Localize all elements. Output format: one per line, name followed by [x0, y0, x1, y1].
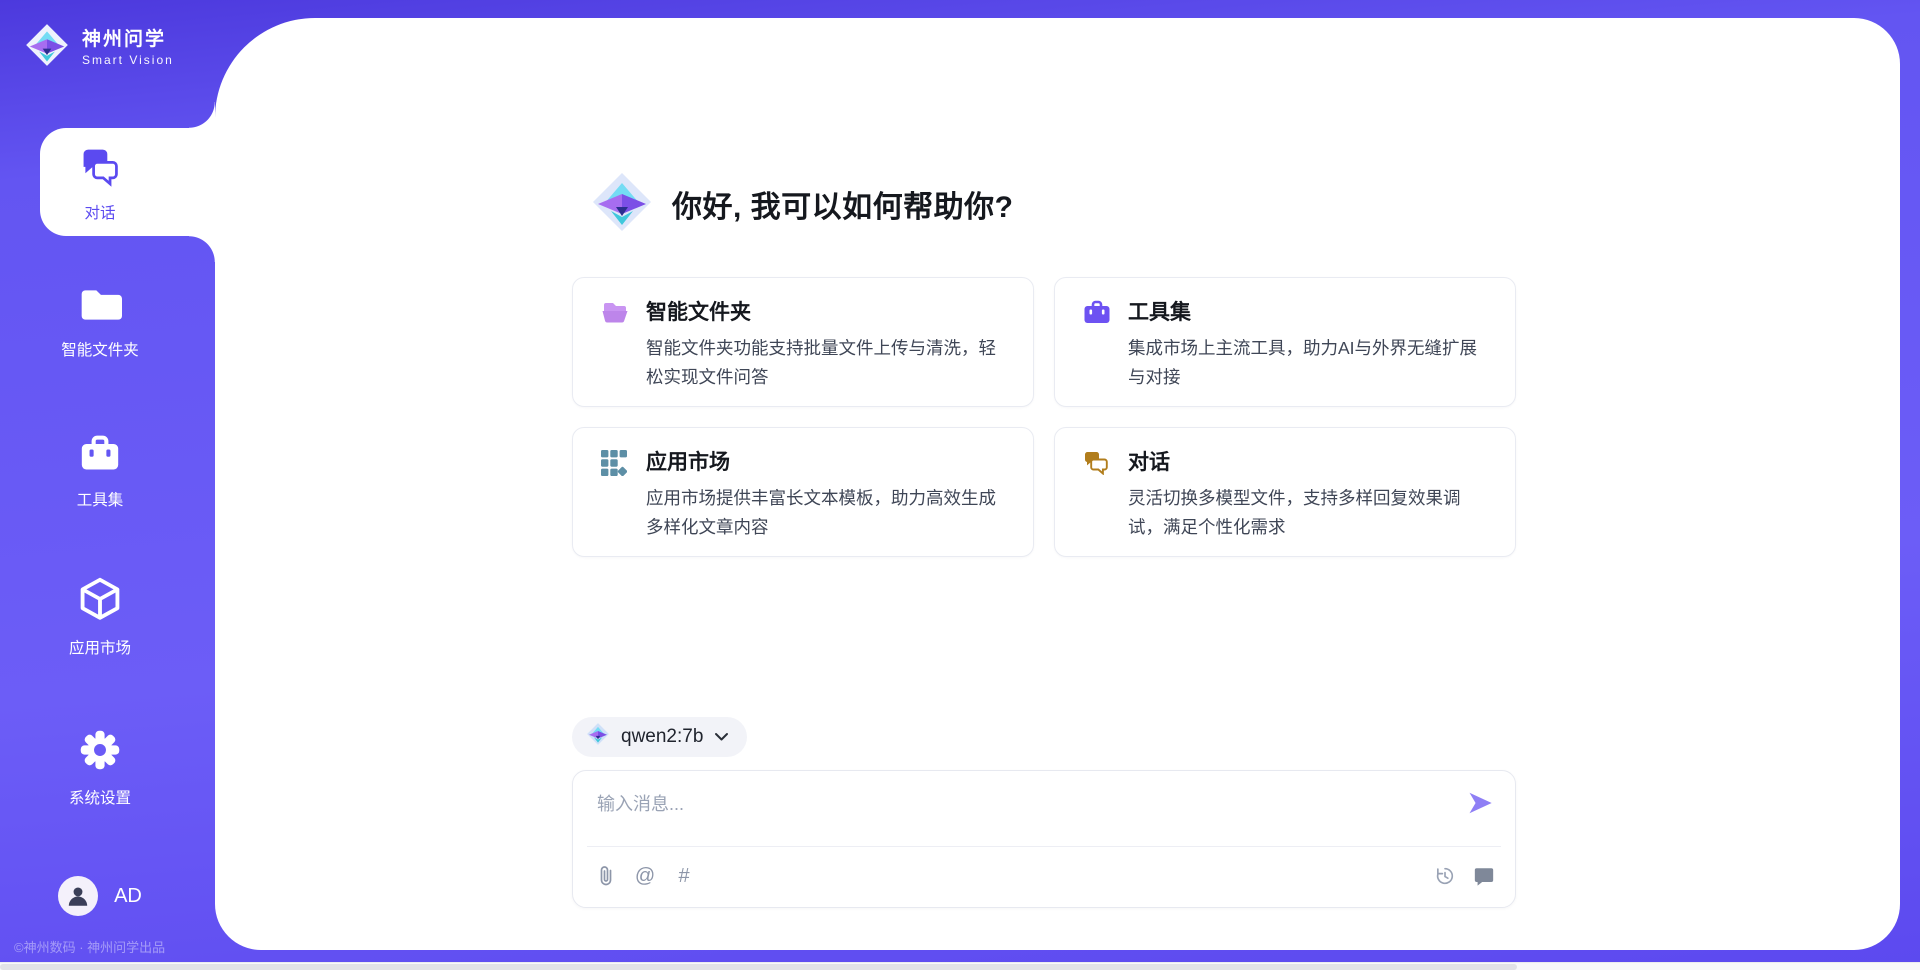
main-content: 你好, 我可以如何帮助你? 智能文件夹 智能文件夹功能支持批量文件上传与清洗，轻…: [572, 172, 1516, 908]
chevron-down-icon: [714, 726, 729, 748]
greeting-title: 你好, 我可以如何帮助你?: [672, 182, 1014, 226]
history-icon[interactable]: [1434, 865, 1456, 887]
sidebar-item-label: 系统设置: [69, 786, 131, 808]
card-title: 工具集: [1128, 299, 1489, 327]
card-app-market[interactable]: 应用市场 应用市场提供丰富长文本模板，助力高效生成多样化文章内容: [572, 427, 1034, 557]
brand-logo-icon: [24, 22, 70, 73]
sidebar-item-label: 应用市场: [69, 636, 131, 658]
composer-divider: [587, 846, 1501, 847]
sidebar: 神州问学 Smart Vision 对话 智能文件夹: [0, 0, 215, 970]
sidebar-item-label: 智能文件夹: [61, 338, 139, 360]
user-profile[interactable]: AD: [0, 876, 200, 916]
sidebar-item-app-market[interactable]: 应用市场: [0, 576, 215, 662]
card-title: 对话: [1128, 449, 1489, 477]
hash-icon[interactable]: #: [673, 865, 695, 887]
brand-subtitle: Smart Vision: [82, 53, 174, 67]
sidebar-item-toolset[interactable]: 工具集: [0, 434, 215, 520]
card-description: 应用市场提供丰富长文本模板，助力高效生成多样化文章内容: [646, 484, 1007, 542]
model-logo-icon: [586, 722, 610, 752]
at-icon[interactable]: @: [634, 865, 656, 887]
card-toolset[interactable]: 工具集 集成市场上主流工具，助力AI与外界无缝扩展与对接: [1054, 277, 1516, 407]
card-smart-folder[interactable]: 智能文件夹 智能文件夹功能支持批量文件上传与清洗，轻松实现文件问答: [572, 277, 1034, 407]
card-description: 灵活切换多模型文件，支持多样回复效果调试，满足个性化需求: [1128, 484, 1489, 542]
greeting: 你好, 我可以如何帮助你?: [590, 172, 1516, 236]
toolbox-icon: [78, 434, 122, 479]
user-avatar: [58, 876, 98, 916]
folder-icon: [78, 286, 122, 329]
feedback-icon[interactable]: [1473, 865, 1495, 887]
send-button[interactable]: [1465, 789, 1495, 819]
scrollbar-thumb[interactable]: [0, 964, 1517, 970]
card-description: 集成市场上主流工具，助力AI与外界无缝扩展与对接: [1128, 334, 1489, 392]
paperclip-icon[interactable]: [595, 865, 617, 887]
assistant-logo-icon: [590, 170, 654, 239]
gear-icon: [78, 728, 122, 777]
composer-toolbar: @ #: [595, 859, 1495, 893]
composer: qwen2:7b: [572, 717, 1516, 908]
brand: 神州问学 Smart Vision: [24, 22, 174, 73]
brand-title: 神州问学: [82, 29, 174, 51]
model-name: qwen2:7b: [621, 726, 703, 748]
sidebar-item-chat[interactable]: 对话: [0, 128, 215, 236]
user-name: AD: [114, 885, 142, 908]
model-selector[interactable]: qwen2:7b: [572, 717, 747, 757]
horizontal-scrollbar[interactable]: [0, 962, 1920, 970]
card-description: 智能文件夹功能支持批量文件上传与清洗，轻松实现文件问答: [646, 334, 1007, 392]
cube-icon: [78, 576, 122, 627]
briefcase-icon: [1083, 300, 1111, 331]
card-chat[interactable]: 对话 灵活切换多模型文件，支持多样回复效果调试，满足个性化需求: [1054, 427, 1516, 557]
message-composer: @ #: [572, 770, 1516, 908]
sidebar-item-smart-folder[interactable]: 智能文件夹: [0, 286, 215, 372]
folder-open-icon: [601, 300, 629, 331]
card-title: 应用市场: [646, 449, 1007, 477]
chat-bubble-icon: [1083, 450, 1111, 480]
send-icon: [1466, 805, 1494, 820]
sidebar-item-settings[interactable]: 系统设置: [0, 728, 215, 814]
message-input[interactable]: [595, 783, 1445, 825]
sidebar-item-label: 对话: [84, 201, 115, 223]
chat-icon: [78, 145, 122, 192]
copyright-footer: ©神州数码 · 神州问学出品: [14, 937, 165, 956]
main-panel: 你好, 我可以如何帮助你? 智能文件夹 智能文件夹功能支持批量文件上传与清洗，轻…: [215, 18, 1900, 950]
sidebar-item-label: 工具集: [77, 488, 124, 510]
card-title: 智能文件夹: [646, 299, 1007, 327]
app-grid-icon: [601, 450, 629, 481]
feature-cards: 智能文件夹 智能文件夹功能支持批量文件上传与清洗，轻松实现文件问答 工具集 集成…: [572, 277, 1516, 557]
